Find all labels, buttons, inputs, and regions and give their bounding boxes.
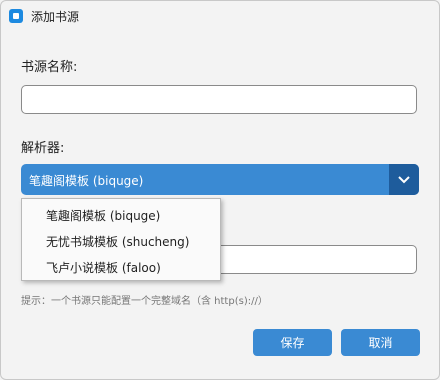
title-bar: 添加书源: [1, 1, 439, 31]
hint-text: 提示：一个书源只能配置一个完整域名（含 http(s)://）: [21, 296, 268, 307]
parser-selected-value: 笔趣阁模板 (biquge): [29, 174, 144, 188]
parser-select[interactable]: 笔趣阁模板 (biquge): [21, 164, 419, 195]
parser-label: 解析器:: [21, 141, 65, 156]
parser-dropdown-menu: 笔趣阁模板 (biquge) 无忧书城模板 (shucheng) 飞卢小说模板 …: [21, 198, 221, 281]
name-label: 书源名称:: [21, 60, 78, 75]
cancel-button[interactable]: 取消: [341, 329, 420, 356]
dropdown-option-faloo[interactable]: 飞卢小说模板 (faloo): [46, 259, 161, 276]
name-input[interactable]: [21, 85, 417, 114]
window-title: 添加书源: [31, 10, 80, 24]
chevron-down-icon[interactable]: [389, 164, 419, 195]
app-icon: [9, 9, 23, 23]
dialog-window: 添加书源 书源名称: 解析器: 笔趣阁模板 (biquge) 提示：一个书源只能…: [0, 0, 440, 380]
dropdown-option-biquge[interactable]: 笔趣阁模板 (biquge): [46, 207, 160, 224]
save-button[interactable]: 保存: [253, 329, 332, 356]
dropdown-option-shucheng[interactable]: 无忧书城模板 (shucheng): [46, 233, 189, 250]
